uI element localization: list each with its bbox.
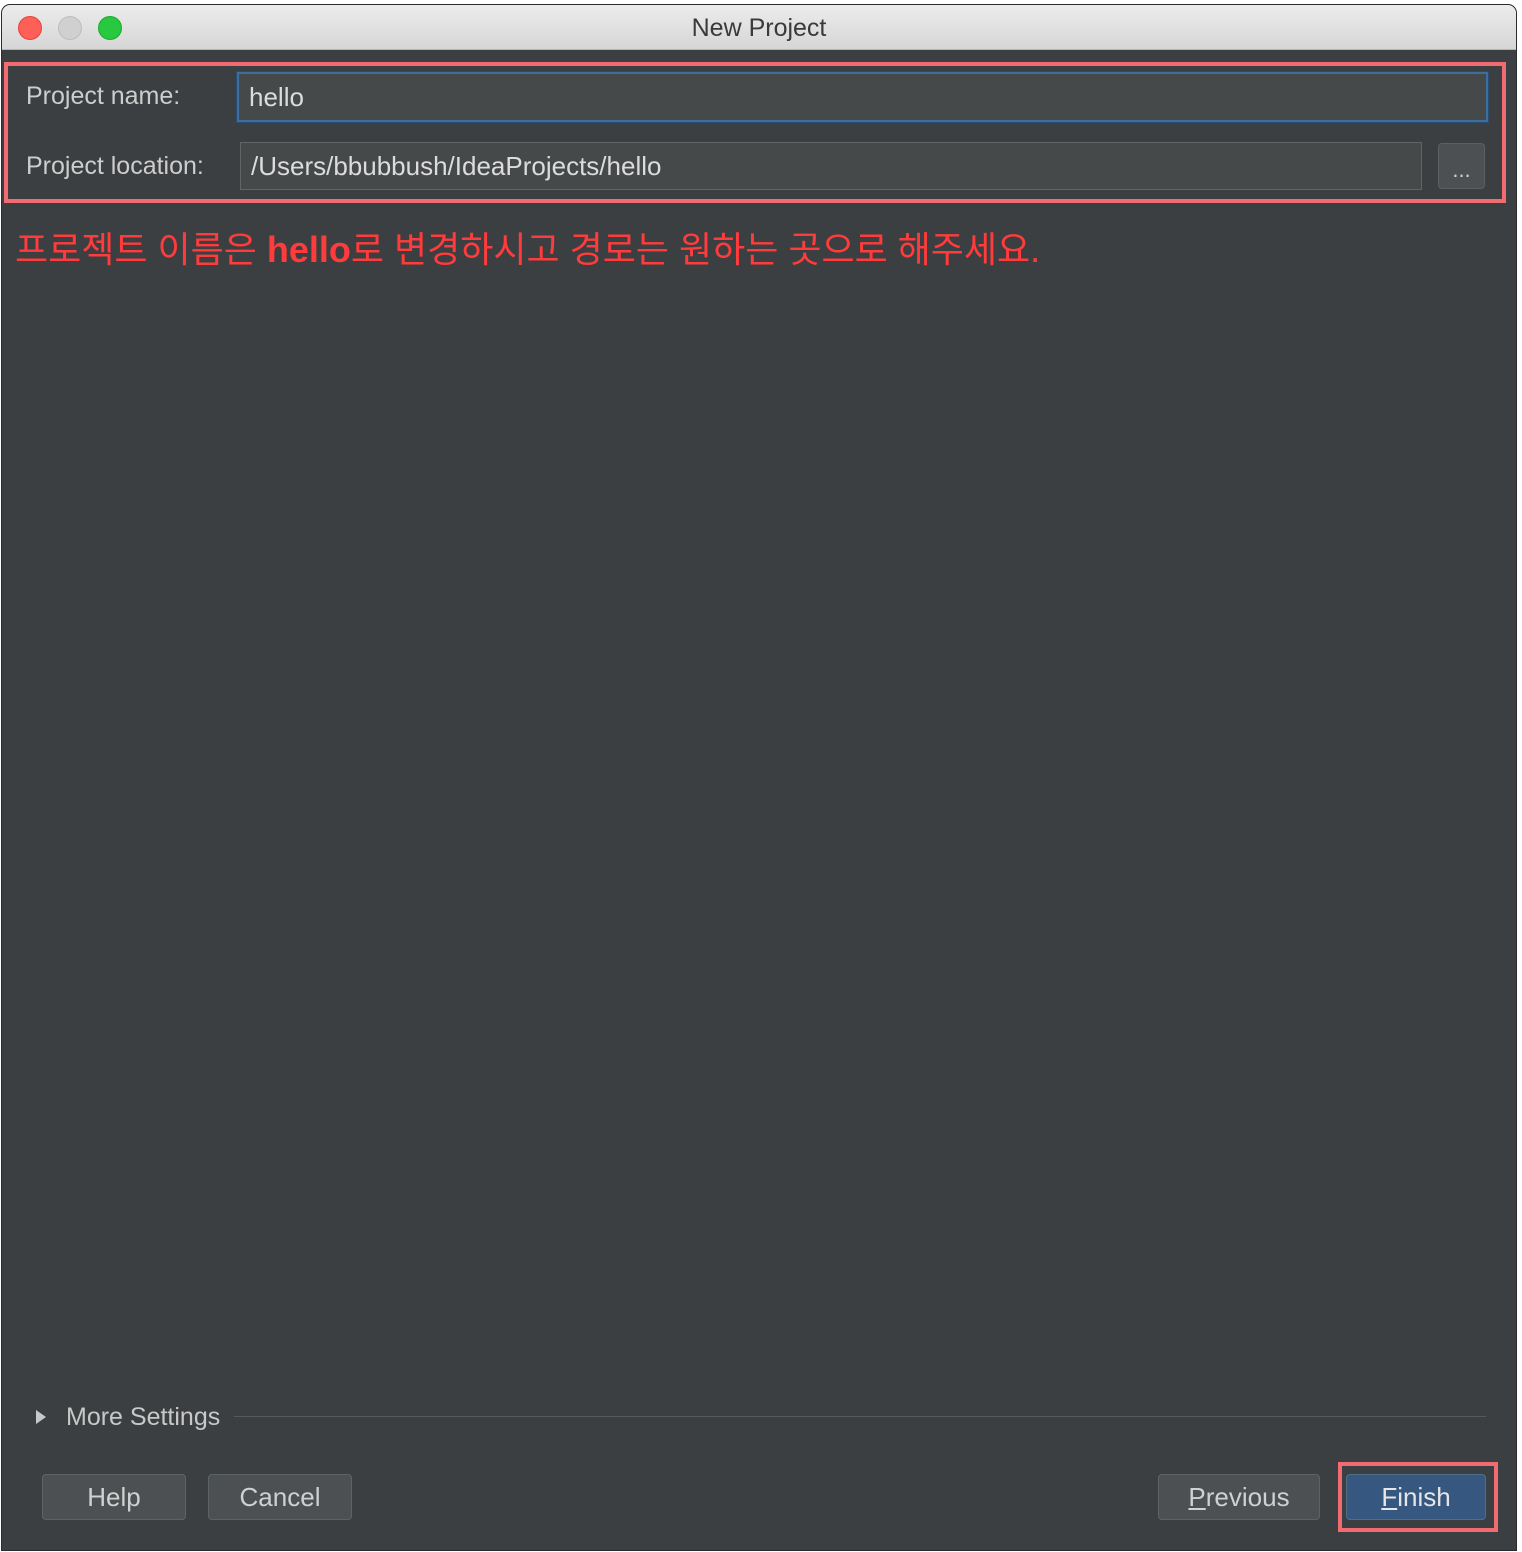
previous-button[interactable]: Previous — [1158, 1474, 1320, 1520]
finish-highlight-box — [1338, 1462, 1498, 1532]
more-settings-label: More Settings — [66, 1402, 221, 1431]
annotation-text-before: 프로젝트 이름은 — [15, 229, 267, 270]
annotation-text-after: 로 변경하시고 경로는 원하는 곳으로 해주세요. — [350, 229, 1041, 270]
previous-mnemonic: P — [1188, 1482, 1206, 1512]
expand-triangle-icon — [36, 1410, 46, 1424]
form-highlight-box — [4, 62, 1506, 203]
title-bar: New Project — [2, 5, 1516, 50]
window-title: New Project — [691, 14, 827, 42]
previous-label-rest: revious — [1205, 1482, 1290, 1512]
cancel-button[interactable]: Cancel — [208, 1474, 352, 1520]
more-settings-toggle[interactable]: More Settings — [36, 1401, 220, 1433]
help-button[interactable]: Help — [42, 1474, 186, 1520]
annotation-emphasis: hello — [266, 229, 351, 270]
new-project-dialog: New Project Project name: Project locati… — [2, 5, 1516, 1550]
more-settings-divider — [234, 1416, 1486, 1417]
instruction-annotation: 프로젝트 이름은 hello로 변경하시고 경로는 원하는 곳으로 해주세요. — [15, 221, 1040, 273]
